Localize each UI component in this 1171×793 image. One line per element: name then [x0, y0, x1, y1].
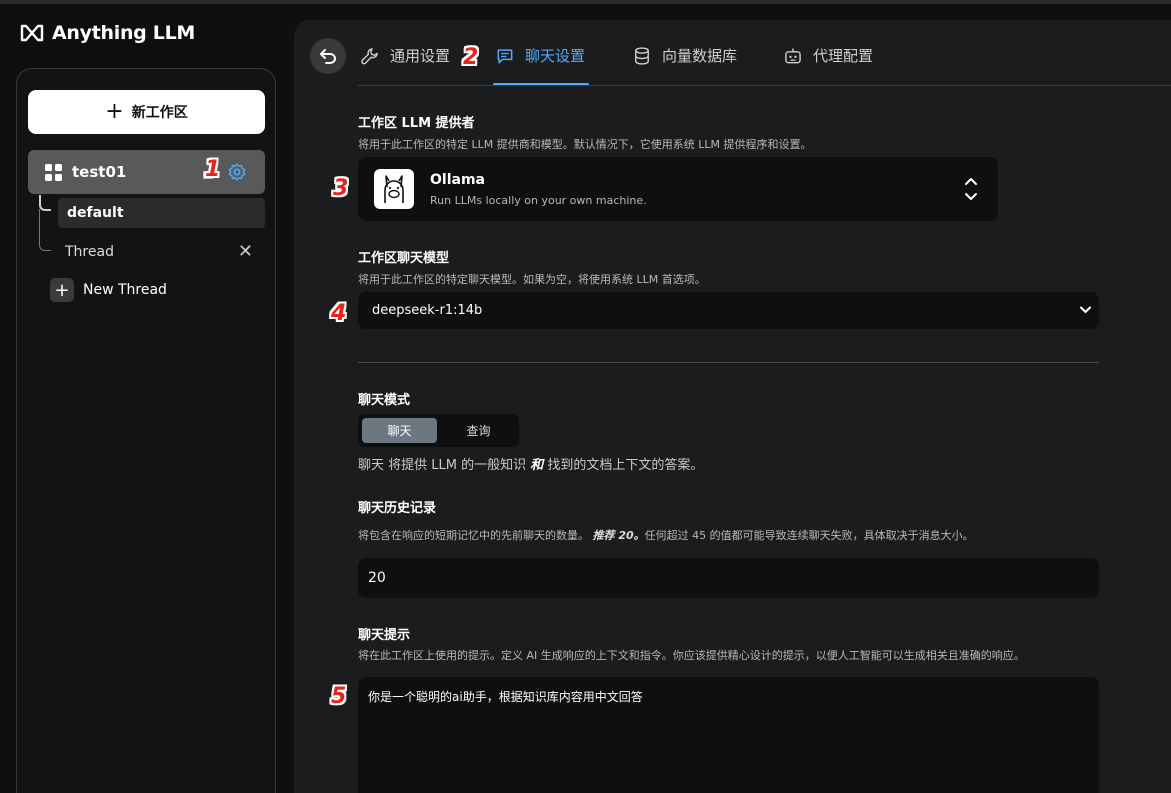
new-thread-label: New Thread: [83, 282, 167, 298]
history-desc-emphasis: 推荐 20。: [592, 529, 645, 542]
robot-icon: [785, 48, 801, 63]
provider-section-title: 工作区 LLM 提供者: [358, 116, 475, 131]
annotation-marker-2: 2: [463, 45, 479, 70]
thread-tree-line: [39, 209, 51, 251]
sidebar: + 新工作区 test01 default Thread ✕ + New Thr…: [16, 68, 276, 793]
annotation-marker-5: 5: [331, 684, 347, 709]
back-arrow-icon: [320, 49, 336, 64]
chevron-up-down-icon: [965, 178, 977, 200]
tabs-divider: [358, 85, 1171, 86]
tab-general-settings[interactable]: 通用设置: [360, 45, 450, 66]
mode-section-title: 聊天模式: [358, 393, 411, 408]
prompt-section-desc: 将在此工作区上使用的提示。定义 AI 生成响应的上下文和指令。你应该提供精心设计…: [358, 649, 1025, 662]
new-workspace-button[interactable]: + 新工作区: [28, 90, 265, 134]
ollama-logo-icon: [374, 169, 414, 209]
chevron-down-icon: [1080, 306, 1091, 314]
tab-chat-settings[interactable]: 聊天设置: [495, 45, 585, 66]
database-icon: [635, 46, 649, 65]
new-thread-button[interactable]: + New Thread: [50, 278, 167, 302]
chat-icon: [497, 48, 513, 63]
thread-item-default[interactable]: default: [58, 198, 265, 228]
workspace-grid-icon: [45, 163, 62, 181]
history-desc-before: 将包含在响应的短期记忆中的先前聊天的数量。: [358, 529, 589, 542]
history-section-title: 聊天历史记录: [358, 501, 437, 516]
history-desc-after: 任何超过 45 的值都可能导致连续聊天失败，具体取决于消息大小。: [644, 529, 974, 542]
tab-label: 通用设置: [390, 47, 451, 65]
mode-desc-mid: 将提供 LLM 的一般知识: [384, 458, 531, 473]
window-top-border: [0, 0, 1171, 4]
mode-desc-emphasis: 和: [530, 458, 544, 473]
mode-description: 聊天 将提供 LLM 的一般知识 和 找到的文档上下文的答案。: [358, 454, 703, 473]
model-section-desc: 将用于此工作区的特定聊天模型。如果为空，将使用系统 LLM 首选项。: [358, 273, 706, 286]
mode-option-query[interactable]: 查询: [441, 418, 516, 443]
thread-label: Thread: [65, 244, 114, 260]
annotation-marker-4: 4: [331, 301, 347, 326]
new-workspace-label: 新工作区: [131, 105, 188, 121]
thread-item-thread[interactable]: Thread ✕: [58, 237, 265, 267]
mode-desc-suffix: 找到的文档上下文的答案。: [543, 458, 704, 473]
selected-model: deepseek-r1:14b: [372, 303, 483, 318]
brand-name: Anything LLM: [52, 22, 196, 44]
llm-provider-select[interactable]: Ollama Run LLMs locally on your own mach…: [358, 157, 998, 221]
tab-vector-database[interactable]: 向量数据库: [632, 45, 737, 66]
provider-section-desc: 将用于此工作区的特定 LLM 提供商和模型。默认情况下，它使用系统 LLM 提供…: [358, 138, 812, 151]
section-divider: [358, 362, 1099, 363]
prompt-section-title: 聊天提示: [358, 628, 411, 643]
gear-icon[interactable]: [227, 162, 247, 182]
workspace-item-test01[interactable]: test01: [28, 150, 265, 194]
tab-label: 聊天设置: [525, 47, 586, 65]
provider-name: Ollama: [430, 172, 485, 188]
workspace-name: test01: [72, 163, 127, 181]
mode-desc-prefix: 聊天: [358, 458, 385, 473]
chat-history-input[interactable]: [358, 558, 1099, 598]
thread-label: default: [67, 205, 124, 221]
model-section-title: 工作区聊天模型: [358, 251, 450, 266]
chat-mode-toggle: 聊天 查询: [358, 414, 519, 447]
provider-description: Run LLMs locally on your own machine.: [430, 194, 647, 207]
plus-icon: +: [50, 278, 74, 302]
mode-option-chat[interactable]: 聊天: [362, 418, 437, 443]
plus-icon: +: [105, 99, 124, 124]
tab-label: 向量数据库: [662, 47, 738, 65]
back-button[interactable]: [310, 38, 346, 74]
app-logo: Anything LLM: [20, 22, 195, 44]
chat-prompt-textarea[interactable]: 你是一个聪明的ai助手，根据知识库内容用中文回答: [358, 677, 1099, 793]
wrench-icon: [361, 47, 378, 64]
history-section-desc: 将包含在响应的短期记忆中的先前聊天的数量。 推荐 20。任何超过 45 的值都可…: [358, 527, 974, 543]
tab-label: 代理配置: [813, 47, 874, 65]
chat-model-select[interactable]: deepseek-r1:14b: [358, 292, 1099, 329]
annotation-marker-1: 1: [205, 157, 221, 182]
settings-panel: 通用设置 聊天设置 向量数据库 代理配置 工作区 LLM 提供者 将用于此工作区…: [294, 20, 1171, 793]
anything-llm-logo-icon: [20, 24, 44, 42]
close-icon[interactable]: ✕: [238, 243, 253, 261]
tab-agent-config[interactable]: 代理配置: [783, 45, 873, 66]
annotation-marker-3: 3: [333, 176, 349, 201]
